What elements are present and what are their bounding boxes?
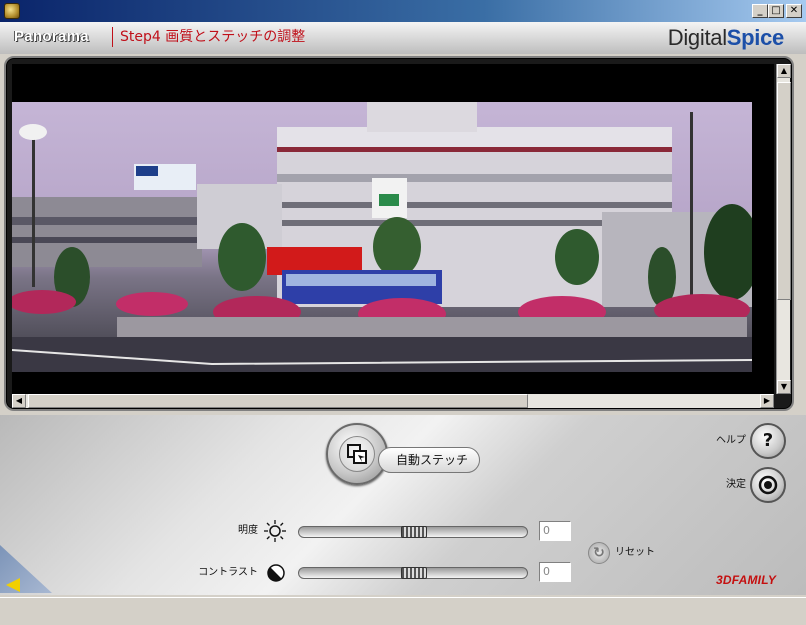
window-title-bar[interactable]: _ □ ✕: [0, 0, 806, 22]
brightness-slider-handle[interactable]: [401, 526, 427, 538]
scroll-down-icon[interactable]: ▼: [777, 380, 791, 394]
app-icon: [4, 3, 20, 19]
step-title: Step4 画質とステッチの調整: [120, 29, 306, 45]
ok-label: 決定: [726, 479, 746, 490]
contrast-slider[interactable]: [298, 567, 528, 579]
preview-viewport[interactable]: [12, 64, 774, 394]
minimize-button[interactable]: _: [752, 4, 768, 18]
control-panel: 自動ステッチ ヘルプ ? 決定 明度 0 コントラスト 0 ↻ リセット 3DF…: [0, 415, 806, 595]
help-label: ヘルプ: [716, 435, 746, 446]
reset-label[interactable]: リセット: [615, 547, 655, 559]
help-button[interactable]: ?: [750, 423, 786, 459]
auto-stitch-button[interactable]: 自動ステッチ: [378, 447, 480, 473]
maximize-button[interactable]: □: [768, 4, 784, 18]
horizontal-scrollbar[interactable]: ◀ ▶: [12, 394, 774, 408]
logo-spice: Spice: [726, 25, 785, 50]
panorama-image: [12, 102, 752, 372]
status-bar: [0, 597, 806, 625]
scroll-left-icon[interactable]: ◀: [12, 394, 26, 408]
help-icon: ?: [762, 430, 774, 451]
panorama-title: Panorama: [14, 28, 89, 45]
horizontal-scroll-thumb[interactable]: [28, 394, 528, 408]
3dfamily-logo: 3DFAMILY: [716, 573, 777, 587]
scroll-right-icon[interactable]: ▶: [760, 394, 774, 408]
logo-digital: Digital: [667, 25, 727, 50]
contrast-icon: [267, 564, 285, 582]
brightness-sun-icon: [264, 520, 286, 542]
contrast-value-field[interactable]: 0: [539, 562, 571, 582]
preview-frame: ▲ ▼ ◀ ▶: [4, 56, 794, 411]
contrast-label: コントラスト: [198, 567, 258, 578]
brightness-label: 明度: [238, 525, 258, 536]
brightness-value-field[interactable]: 0: [539, 521, 571, 541]
panorama-app-window: _ □ ✕ Panorama Step4 画質とステッチの調整 DigitalS…: [0, 0, 806, 625]
close-button[interactable]: ✕: [786, 4, 802, 18]
digitalspice-logo: DigitalSpice: [667, 25, 785, 51]
app-header: Panorama Step4 画質とステッチの調整 DigitalSpice: [0, 22, 806, 54]
panorama-photo: [12, 102, 752, 372]
back-arrow-icon[interactable]: [6, 578, 20, 592]
vertical-scrollbar[interactable]: ▲ ▼: [776, 64, 791, 394]
scroll-up-icon[interactable]: ▲: [777, 64, 791, 78]
contrast-slider-handle[interactable]: [401, 567, 427, 579]
ok-target-icon: [758, 475, 778, 495]
title-divider: [112, 27, 113, 47]
reset-icon[interactable]: ↻: [588, 542, 610, 564]
stitch-windows-icon: [339, 436, 375, 472]
ok-button[interactable]: [750, 467, 786, 503]
vertical-scroll-thumb[interactable]: [777, 82, 791, 300]
brightness-slider[interactable]: [298, 526, 528, 538]
